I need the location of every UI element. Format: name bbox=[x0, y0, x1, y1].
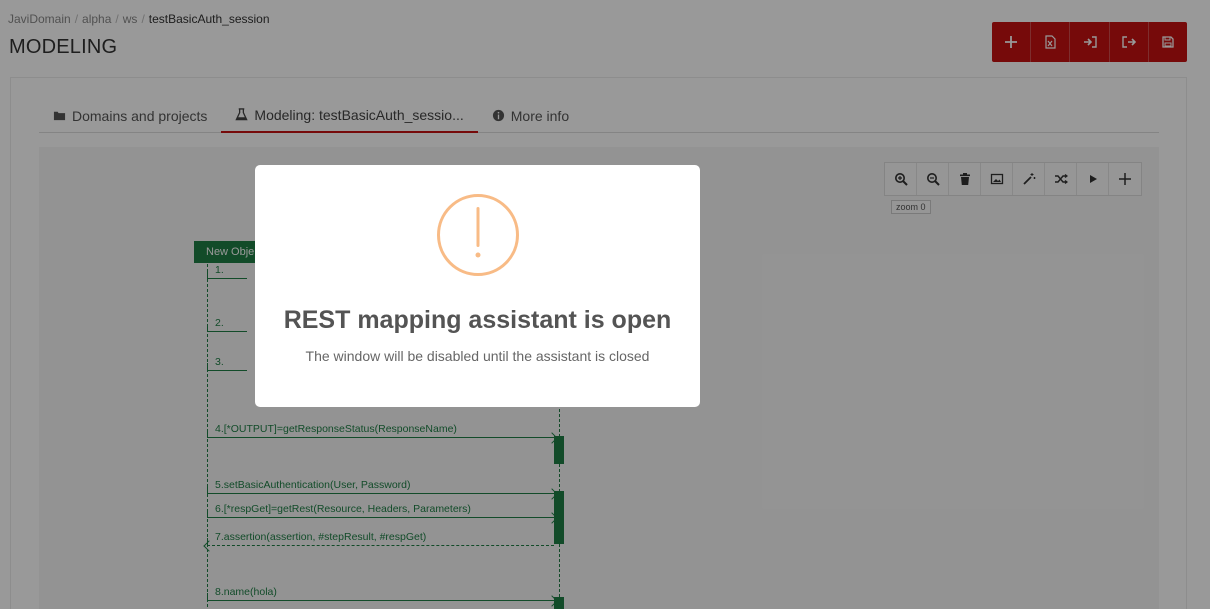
dialog-subtitle: The window will be disabled until the as… bbox=[305, 348, 650, 364]
warning-icon bbox=[437, 194, 519, 276]
assistant-open-dialog: REST mapping assistant is open The windo… bbox=[255, 165, 700, 407]
dialog-title: REST mapping assistant is open bbox=[283, 306, 672, 334]
